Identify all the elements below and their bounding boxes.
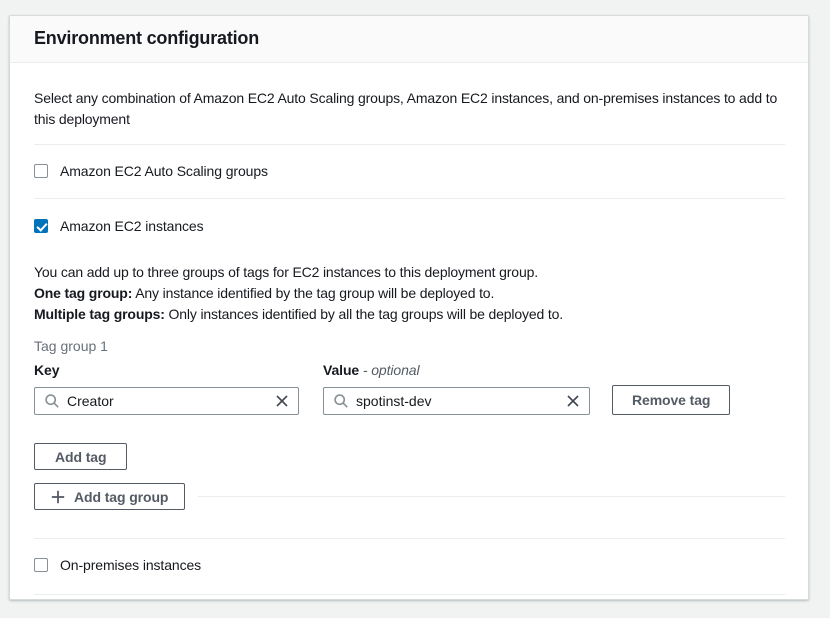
auto-scaling-groups-checkbox[interactable] [34, 164, 48, 178]
panel-body: Select any combination of Amazon EC2 Aut… [10, 88, 808, 595]
help-multiple-tag-groups-text: Only instances identified by all the tag… [165, 306, 563, 322]
clear-value-icon[interactable] [566, 394, 580, 408]
help-line-one-tag-group: One tag group: Any instance identified b… [34, 283, 785, 304]
panel-title: Environment configuration [34, 28, 784, 49]
add-tag-button[interactable]: Add tag [34, 443, 127, 470]
tag-row: Key Value - optional [34, 361, 785, 415]
help-one-tag-group-text: Any instance identified by the tag group… [132, 285, 494, 301]
key-field: Key [34, 361, 299, 415]
tag-group-title: Tag group 1 [34, 336, 785, 356]
help-multiple-tag-groups-term: Multiple tag groups: [34, 306, 165, 322]
on-premises-label[interactable]: On-premises instances [60, 555, 201, 575]
checkbox-row-auto-scaling-groups: Amazon EC2 Auto Scaling groups [34, 145, 785, 198]
value-input-box [323, 387, 590, 415]
key-label: Key [34, 361, 299, 379]
checkbox-row-on-premises: On-premises instances [34, 539, 785, 594]
panel-header: Environment configuration [10, 16, 808, 63]
x-icon [566, 394, 580, 408]
x-icon [275, 394, 289, 408]
auto-scaling-groups-label[interactable]: Amazon EC2 Auto Scaling groups [60, 161, 268, 181]
add-tag-group-label: Add tag group [74, 489, 168, 505]
help-line-multiple-tag-groups: Multiple tag groups: Only instances iden… [34, 304, 785, 325]
value-optional-text: - optional [363, 362, 420, 378]
ec2-instances-checkbox[interactable] [34, 219, 48, 233]
tag-help-text: You can add up to three groups of tags f… [34, 262, 785, 325]
divider [34, 594, 785, 595]
on-premises-checkbox[interactable] [34, 558, 48, 572]
clear-key-icon[interactable] [275, 394, 289, 408]
value-input[interactable] [356, 393, 559, 409]
checkbox-row-ec2-instances: Amazon EC2 instances [34, 199, 785, 236]
plus-icon [51, 490, 65, 504]
divider [198, 496, 785, 497]
value-label-text: Value [323, 362, 359, 378]
key-input[interactable] [67, 393, 268, 409]
ec2-instances-label[interactable]: Amazon EC2 instances [60, 216, 204, 236]
search-icon [333, 393, 349, 409]
remove-tag-button[interactable]: Remove tag [612, 385, 730, 415]
help-line-intro: You can add up to three groups of tags f… [34, 262, 785, 283]
add-tag-group-row: Add tag group [34, 483, 785, 510]
add-tag-group-button[interactable]: Add tag group [34, 483, 185, 510]
panel-description: Select any combination of Amazon EC2 Aut… [34, 88, 785, 130]
environment-configuration-panel: Environment configuration Select any com… [9, 15, 809, 600]
value-field: Value - optional [323, 361, 590, 415]
value-label: Value - optional [323, 361, 590, 379]
key-input-box [34, 387, 299, 415]
search-icon [44, 393, 60, 409]
help-one-tag-group-term: One tag group: [34, 285, 132, 301]
